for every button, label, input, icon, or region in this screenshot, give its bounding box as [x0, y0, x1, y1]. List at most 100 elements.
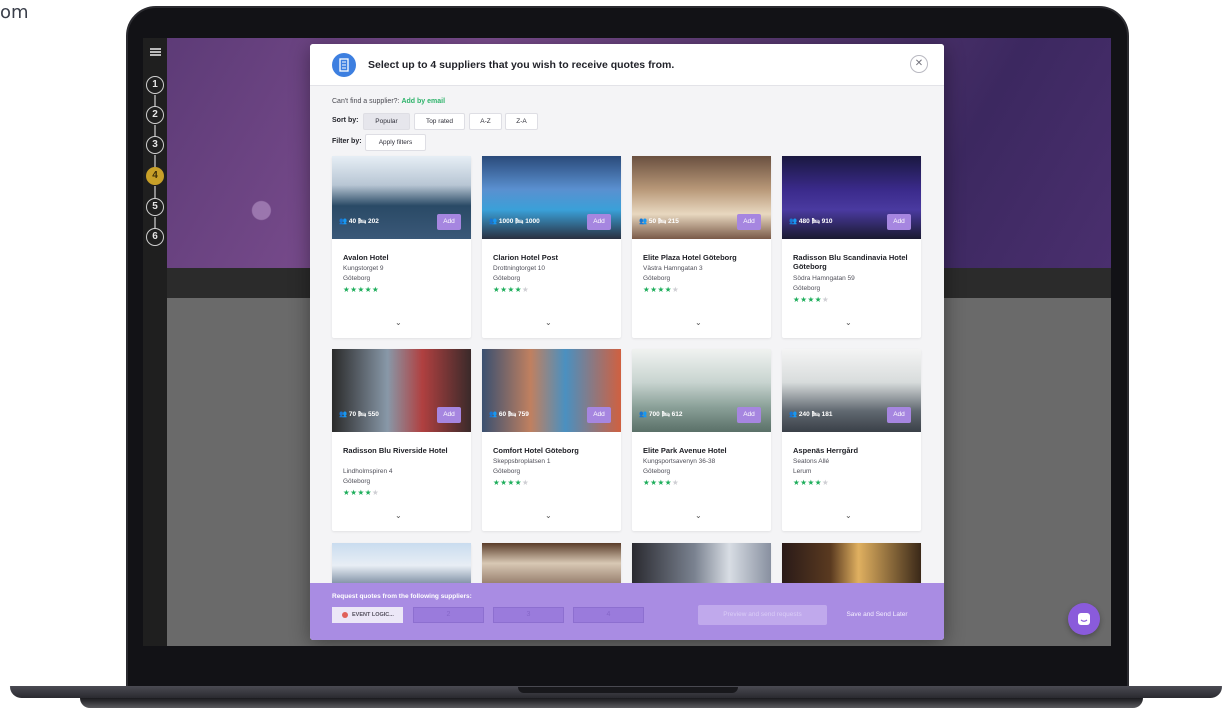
- step-5[interactable]: 5: [146, 198, 164, 216]
- star-icon: ★: [371, 488, 380, 497]
- modal-title: Select up to 4 suppliers that you wish t…: [368, 59, 675, 71]
- sort-popular[interactable]: Popular: [363, 113, 410, 130]
- hotel-card-partial[interactable]: [632, 543, 771, 588]
- star-icon: ★: [364, 285, 372, 294]
- hotel-photo: 👥 40 🛏 202 Add: [332, 156, 471, 239]
- cant-find-text: Can't find a supplier?:: [332, 98, 400, 105]
- chevron-down-icon[interactable]: ⌄: [845, 318, 852, 327]
- step-3[interactable]: 3: [146, 136, 164, 154]
- menu-icon[interactable]: [150, 48, 161, 56]
- hotel-name: Clarion Hotel Post: [493, 253, 559, 262]
- supplier-modal: Select up to 4 suppliers that you wish t…: [310, 44, 944, 640]
- close-icon[interactable]: ✕: [910, 55, 928, 73]
- capacity-stats: 👥 480 🛏 910: [789, 217, 833, 225]
- star-rating: ★★★★★: [793, 478, 829, 487]
- chevron-down-icon[interactable]: ⌄: [845, 511, 852, 520]
- bed-icon: 🛏: [656, 218, 669, 225]
- hotel-card-partial[interactable]: [782, 543, 921, 588]
- chevron-down-icon[interactable]: ⌄: [695, 511, 702, 520]
- beds-count: 910: [821, 218, 833, 225]
- hotel-card[interactable]: 👥 60 🛏 759 Add Comfort Hotel Göteborg Skepp…: [482, 349, 621, 531]
- people-icon: 👥: [489, 218, 499, 225]
- hotel-street: Seatons Allé: [793, 458, 830, 465]
- star-icon: ★: [671, 478, 680, 487]
- hotel-photo: 👥 480 🛏 910 Add: [782, 156, 921, 239]
- star-icon: ★: [671, 285, 680, 294]
- hotel-city: Göteborg: [493, 468, 521, 475]
- remove-icon[interactable]: [342, 611, 348, 618]
- beds-count: 550: [368, 411, 379, 418]
- hotel-card[interactable]: 👥 70 🛏 550 Add Radisson Blu Riverside Hote…: [332, 349, 471, 531]
- star-icon: ★: [357, 285, 365, 294]
- hotel-card[interactable]: 👥 40 🛏 202 Add Avalon Hotel Kungstorget 9 Gö…: [332, 156, 471, 338]
- sort-top-rated[interactable]: Top rated: [414, 113, 465, 130]
- people-icon: 👥: [789, 218, 799, 225]
- star-icon: ★: [507, 478, 515, 487]
- star-icon: ★: [507, 285, 515, 294]
- star-rating: ★★★★★: [493, 478, 529, 487]
- hotel-card[interactable]: 👥 240 🛏 181 Add Aspenäs Herrgård Seatons Al…: [782, 349, 921, 531]
- chevron-down-icon[interactable]: ⌄: [695, 318, 702, 327]
- hotel-photo: 👥 60 🛏 759 Add: [482, 349, 621, 432]
- capacity-stats: 👥 50 🛏 215: [639, 217, 679, 225]
- add-hotel-button[interactable]: Add: [737, 407, 761, 423]
- hotel-card[interactable]: 👥 50 🛏 215 Add Elite Plaza Hotel Göteborg V…: [632, 156, 771, 338]
- laptop-base-shadow: [80, 698, 1143, 708]
- hotel-name: Radisson Blu Scandinavia Hotel Göteborg: [793, 253, 908, 271]
- star-rating: ★★★★★: [793, 295, 829, 304]
- bed-icon: 🛏: [809, 218, 822, 225]
- hotel-card[interactable]: 👥 1000 🛏 1000 Add Clarion Hotel Post Drottn…: [482, 156, 621, 338]
- chevron-down-icon[interactable]: ⌄: [545, 511, 552, 520]
- add-hotel-button[interactable]: Add: [737, 214, 761, 230]
- chevron-down-icon[interactable]: ⌄: [545, 318, 552, 327]
- supplier-slot-3[interactable]: 3: [493, 607, 564, 623]
- step-6[interactable]: 6: [146, 228, 164, 246]
- add-hotel-button[interactable]: Add: [887, 214, 911, 230]
- preview-send-button[interactable]: Preview and send requests: [698, 605, 827, 625]
- hotel-city: Lerum: [793, 468, 812, 475]
- add-hotel-button[interactable]: Add: [437, 214, 461, 230]
- star-icon: ★: [807, 478, 815, 487]
- sort-a-z[interactable]: A-Z: [469, 113, 502, 130]
- apply-filters-button[interactable]: Apply filters: [365, 134, 426, 151]
- add-hotel-button[interactable]: Add: [587, 407, 611, 423]
- hotel-card[interactable]: 👥 480 🛏 910 Add Radisson Blu Scandinavia H…: [782, 156, 921, 338]
- hotel-card[interactable]: 👥 700 🛏 612 Add Elite Park Avenue Hotel Kun…: [632, 349, 771, 531]
- add-hotel-button[interactable]: Add: [437, 407, 461, 423]
- hotel-card-partial[interactable]: [332, 543, 471, 588]
- chevron-down-icon[interactable]: ⌄: [395, 511, 402, 520]
- add-hotel-button[interactable]: Add: [887, 407, 911, 423]
- add-hotel-button[interactable]: Add: [587, 214, 611, 230]
- star-icon: ★: [814, 478, 822, 487]
- hotel-street: Skeppsbroplatsen 1: [493, 458, 551, 465]
- sort-label: Sort by:: [332, 117, 359, 124]
- people-icon: 👥: [639, 218, 649, 225]
- chevron-down-icon[interactable]: ⌄: [395, 318, 402, 327]
- laptop-hinge: [518, 687, 738, 693]
- step-4[interactable]: 4: [146, 167, 164, 185]
- add-by-email-link[interactable]: Add by email: [401, 98, 445, 105]
- step-2[interactable]: 2: [146, 106, 164, 124]
- star-icon: ★: [664, 478, 672, 487]
- hotel-card-partial[interactable]: [482, 543, 621, 588]
- capacity-stats: 👥 70 🛏 550: [339, 410, 379, 418]
- hotel-name: Elite Plaza Hotel Göteborg: [643, 253, 737, 262]
- save-later-button[interactable]: Save and Send Later: [841, 605, 913, 625]
- hotel-photo: 👥 1000 🛏 1000 Add: [482, 156, 621, 239]
- hotel-city: Göteborg: [343, 478, 371, 485]
- supplier-slot-4[interactable]: 4: [573, 607, 644, 623]
- star-icon: ★: [821, 478, 830, 487]
- supplier-slot-2[interactable]: 2: [413, 607, 484, 623]
- sort-z-a[interactable]: Z-A: [505, 113, 538, 130]
- star-rating: ★★★★★: [493, 285, 529, 294]
- modal-header: Select up to 4 suppliers that you wish t…: [310, 44, 944, 86]
- supplier-slot-1[interactable]: EVENT LOGIC...: [332, 607, 403, 623]
- beds-count: 1000: [525, 218, 540, 225]
- people-icon: 👥: [339, 411, 349, 418]
- star-rating: ★★★★★: [643, 285, 679, 294]
- chat-icon[interactable]: [1068, 603, 1100, 635]
- people-icon: 👥: [639, 411, 649, 418]
- step-1[interactable]: 1: [146, 76, 164, 94]
- star-icon: ★: [371, 285, 380, 294]
- beds-count: 181: [821, 411, 833, 418]
